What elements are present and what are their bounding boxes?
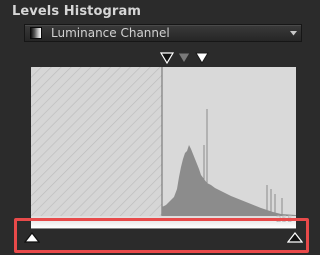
histogram-chart [31,67,296,216]
panel-title: Levels Histogram [12,4,141,19]
channel-dropdown-value: Luminance Channel [51,26,170,40]
black-marker-icon[interactable] [160,52,174,64]
black-point-handle[interactable] [24,232,40,243]
slider-baseline [31,228,296,229]
input-levels-slider[interactable]: 255 [31,215,296,228]
white-marker-icon[interactable] [195,52,209,64]
gray-marker-icon[interactable] [177,52,191,64]
histogram-graphic [31,67,296,216]
channel-dropdown[interactable]: Luminance Channel [24,24,302,42]
histogram-scale-label: 255 [275,215,293,225]
clipped-region [31,67,162,216]
white-point-handle[interactable] [287,232,303,243]
output-markers [155,52,215,66]
chevron-down-icon [290,31,297,36]
luminance-gradient-icon [30,27,42,39]
